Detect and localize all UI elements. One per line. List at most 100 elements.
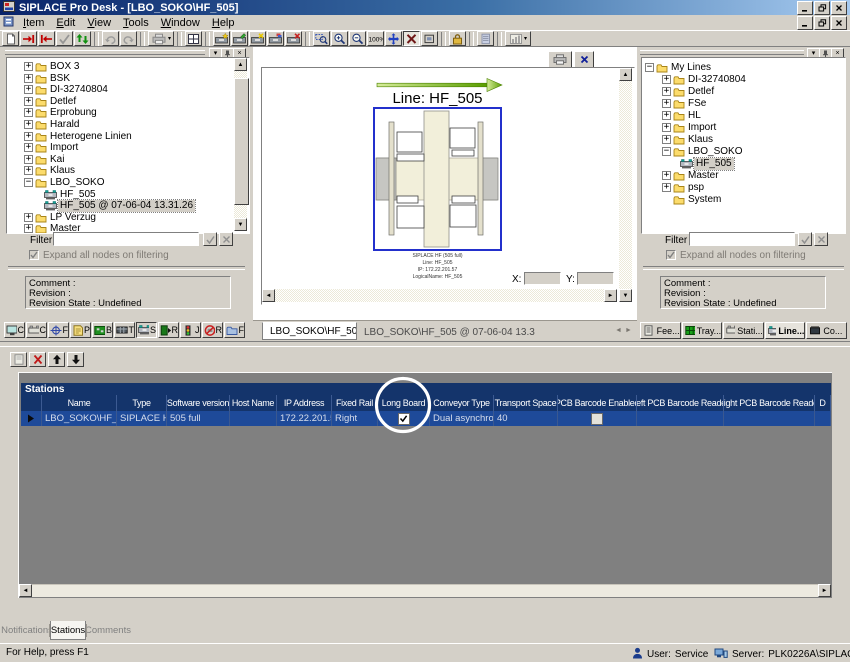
close-preview-icon[interactable]	[574, 51, 594, 68]
mdi-document-icon[interactable]	[3, 16, 15, 30]
cell-type[interactable]: SIPLACE HF	[117, 411, 167, 426]
menu-window[interactable]: Window	[155, 16, 206, 30]
right-apply-filter-icon[interactable]	[798, 232, 812, 246]
left-tree-item[interactable]: +Erprobung	[7, 107, 249, 119]
cell-d[interactable]	[815, 411, 831, 426]
column-header-fixed-rail[interactable]: Fixed Rail	[332, 395, 378, 411]
station-new-icon[interactable]	[213, 31, 230, 46]
scroll-thumb[interactable]	[234, 78, 249, 205]
restore-icon[interactable]	[814, 1, 830, 15]
scroll-up-icon[interactable]: ▲	[234, 58, 247, 71]
scroll-down-icon[interactable]: ▼	[234, 218, 247, 231]
y-field[interactable]	[577, 272, 614, 285]
right-tree-item[interactable]: +Master	[642, 170, 845, 182]
view-button-b-4[interactable]: B	[92, 322, 113, 338]
right-tab-co[interactable]: Co...	[806, 322, 847, 339]
view-button-j-8[interactable]: J	[180, 322, 201, 338]
document-tab-1[interactable]: LBO_SOKO\HF_505 @ 07-06-04 13.31.26	[357, 323, 535, 341]
right-tree-item[interactable]: +HL	[642, 110, 845, 122]
splitter-horizontal[interactable]	[0, 341, 850, 347]
tree-expander-icon[interactable]: +	[24, 62, 33, 71]
document-tab-0[interactable]: LBO_SOKO\HF_505	[262, 322, 357, 340]
left-tree-item[interactable]: +Harald	[7, 119, 249, 131]
tree-expander-icon[interactable]: +	[24, 74, 33, 83]
pan-icon[interactable]	[385, 31, 402, 46]
left-filter-input[interactable]	[53, 232, 199, 246]
left-tree-item[interactable]: +BSK	[7, 73, 249, 85]
refresh-icon[interactable]	[74, 31, 91, 46]
new-document-icon[interactable]	[2, 31, 19, 46]
column-header-d[interactable]: D	[815, 395, 831, 411]
right-tree-item[interactable]: HF_505	[642, 158, 845, 170]
right-tab-stati[interactable]: Stati...	[723, 322, 764, 339]
mdi-restore-icon[interactable]	[814, 16, 830, 30]
view-button-p-3[interactable]: P	[70, 322, 91, 338]
menu-item[interactable]: Item	[17, 16, 50, 30]
scroll-right-icon[interactable]: ►	[604, 289, 617, 302]
column-header-transport-space[interactable]: Transport Space	[494, 395, 558, 411]
menu-edit[interactable]: Edit	[50, 16, 81, 30]
column-header-pcb-barcode-enabled[interactable]: PCB Barcode Enabled	[558, 395, 637, 411]
scroll-down-icon[interactable]: ▼	[619, 289, 632, 302]
station-find-icon[interactable]	[249, 31, 266, 46]
column-header-type[interactable]: Type	[117, 395, 167, 411]
cell-name[interactable]: LBO_SOKO\HF_505	[42, 411, 117, 426]
right-tab-tray[interactable]: Tray...	[682, 322, 723, 339]
tree-expander-icon[interactable]: +	[24, 155, 33, 164]
left-tree-item[interactable]: +Klaus	[7, 165, 249, 177]
left-tree-scrollbar[interactable]: ▲ ▼	[234, 58, 247, 231]
column-header-conveyor-type[interactable]: Conveyor Type	[430, 395, 494, 411]
right-tree-item[interactable]: +Klaus	[642, 134, 845, 146]
tree-expander-icon[interactable]: +	[24, 97, 33, 106]
chart-icon[interactable]: ▾	[505, 31, 531, 46]
transfer-out-icon[interactable]	[38, 31, 55, 46]
left-tree-item[interactable]: −LBO_SOKO	[7, 177, 249, 189]
left-clear-filter-icon[interactable]	[219, 232, 233, 246]
delete-row-icon[interactable]	[29, 352, 46, 367]
x-field[interactable]	[524, 272, 561, 285]
left-tree-item[interactable]: HF_505	[7, 189, 249, 201]
cell-ip-address[interactable]: 172.22.201.57	[277, 411, 332, 426]
tree-expander-icon[interactable]: +	[662, 111, 671, 120]
right-tree-item[interactable]: +DI-32740804	[642, 74, 845, 86]
column-header-long-board[interactable]: Long Board	[378, 395, 430, 411]
row-selector-cell[interactable]	[21, 411, 42, 426]
move-up-icon[interactable]	[48, 352, 65, 367]
stations-data-row[interactable]: LBO_SOKO\HF_505SIPLACE HF505 full172.22.…	[21, 411, 831, 426]
left-tree-item[interactable]: +Kai	[7, 154, 249, 166]
tree-expander-icon[interactable]: −	[24, 178, 33, 187]
transfer-in-icon[interactable]	[20, 31, 37, 46]
column-header-software-version[interactable]: Software version	[167, 395, 230, 411]
unchecked-checkbox[interactable]	[591, 413, 603, 425]
view-button-c-0[interactable]: C	[4, 322, 25, 338]
tree-expander-icon[interactable]: +	[662, 183, 671, 192]
tree-expander-icon[interactable]: +	[24, 143, 33, 152]
right-expand-checkbox[interactable]	[666, 250, 676, 260]
database-icon[interactable]	[477, 31, 494, 46]
zoom-out-icon[interactable]	[349, 31, 366, 46]
station-delete-icon[interactable]	[285, 31, 302, 46]
tree-expander-icon[interactable]: +	[24, 166, 33, 175]
right-filter-input[interactable]	[689, 232, 795, 246]
tree-expander-icon[interactable]: −	[662, 147, 671, 156]
canvas-hscrollbar[interactable]: ◄ ►	[262, 289, 617, 302]
tree-expander-icon[interactable]: +	[662, 87, 671, 96]
left-tree-item[interactable]: +Heterogene Linien	[7, 131, 249, 143]
left-apply-filter-icon[interactable]	[203, 232, 217, 246]
column-header-host-name[interactable]: Host Name	[230, 395, 277, 411]
cell-left-pcb-barcode-reader[interactable]	[637, 411, 724, 426]
print-icon[interactable]: ▾	[148, 31, 174, 46]
cell-fixed-rail[interactable]: Right	[332, 411, 378, 426]
canvas-vscrollbar[interactable]: ▲ ▼	[619, 68, 632, 302]
layout-grid-icon[interactable]	[185, 31, 202, 46]
right-tree-item[interactable]: −My Lines	[642, 62, 845, 74]
view-button-r-9[interactable]: R	[202, 322, 223, 338]
cell-pcb-barcode-enabled[interactable]	[558, 411, 637, 426]
cell-conveyor-type[interactable]: Dual asynchronous	[430, 411, 494, 426]
mdi-minimize-icon[interactable]	[797, 16, 813, 30]
grid-hscrollbar[interactable]: ◄ ►	[19, 584, 831, 597]
left-expand-checkbox[interactable]	[29, 250, 39, 260]
right-tree-item[interactable]: −LBO_SOKO	[642, 146, 845, 158]
tree-expander-icon[interactable]: +	[24, 132, 33, 141]
right-tree-item[interactable]: +FSe	[642, 98, 845, 110]
